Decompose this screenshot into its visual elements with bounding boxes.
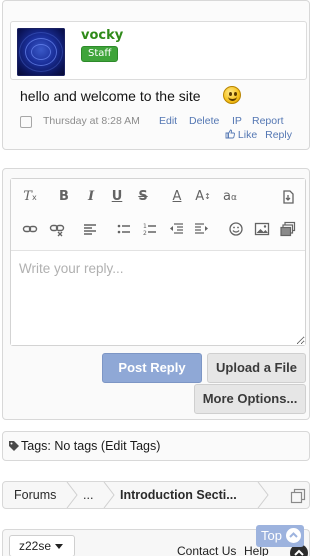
post-timestamp[interactable]: Thursday at 8:28 AM [43, 115, 140, 127]
strikethrough-icon[interactable]: S [134, 188, 152, 206]
bold-icon[interactable]: B [55, 188, 73, 206]
breadcrumb: Forums ... Introduction Secti... [2, 481, 310, 509]
tags-bar: Tags: No tags (Edit Tags) [2, 431, 310, 461]
arrow-up-icon [286, 528, 301, 543]
text-color-icon[interactable]: A [168, 188, 186, 206]
jump-menu-icon[interactable] [290, 488, 306, 504]
thumbs-up-icon [225, 129, 235, 139]
font-size-icon[interactable]: A↕ [194, 188, 212, 206]
align-icon[interactable] [81, 220, 99, 238]
chevron-right-icon [257, 482, 269, 508]
staff-badge: Staff [81, 46, 119, 62]
post-meta: Thursday at 8:28 AM Edit Delete IP Repor… [20, 115, 310, 129]
media-icon[interactable] [279, 220, 297, 238]
link-icon[interactable] [21, 220, 39, 238]
chevron-right-icon [66, 482, 78, 508]
smiley-icon [223, 86, 241, 104]
bullet-list-icon[interactable] [115, 220, 133, 238]
page: vocky Staff hello and welcome to the sit… [0, 0, 312, 556]
numbered-list-icon[interactable]: 12 [141, 220, 159, 238]
svg-text:1: 1 [143, 223, 147, 230]
reply-editor: Tx B I U S A A↕ aα 1 2 Write your reply.… [10, 178, 306, 346]
delete-link[interactable]: Delete [189, 115, 219, 127]
upload-file-button[interactable]: Upload a File [207, 353, 306, 383]
like-link[interactable]: Like [225, 129, 260, 141]
more-options-button[interactable]: More Options... [194, 384, 306, 414]
post-reply-button[interactable]: Post Reply [102, 353, 202, 383]
ip-link[interactable]: IP [232, 115, 242, 127]
breadcrumb-ellipsis[interactable]: ... [83, 488, 93, 502]
chevron-right-icon [103, 482, 115, 508]
like-label: Like [237, 129, 258, 141]
caret-down-icon [55, 544, 64, 550]
editor-toolbar: Tx B I U S A A↕ aα 1 2 [11, 179, 305, 251]
style-chooser-label: z22se [19, 539, 52, 553]
unlink-icon[interactable] [48, 220, 66, 238]
select-checkbox[interactable] [20, 116, 32, 128]
clear-format-icon[interactable]: Tx [21, 188, 39, 206]
tags-text[interactable]: Tags: No tags (Edit Tags) [21, 439, 160, 453]
username[interactable]: vocky [81, 28, 123, 43]
report-link[interactable]: Report [252, 115, 284, 127]
top-label: Top [261, 528, 282, 543]
post-card: vocky Staff hello and welcome to the sit… [2, 0, 310, 150]
outdent-icon[interactable] [167, 220, 185, 238]
post-message: hello and welcome to the site [20, 88, 201, 104]
quick-reply-card: Tx B I U S A A↕ aα 1 2 Write your reply.… [2, 168, 310, 420]
tag-icon [9, 441, 19, 451]
indent-icon[interactable] [193, 220, 211, 238]
like-reply-row: Like Reply [225, 129, 292, 141]
top-button[interactable]: Top [256, 525, 304, 547]
reply-link[interactable]: Reply [265, 129, 292, 141]
edit-link[interactable]: Edit [159, 115, 177, 127]
reply-textarea[interactable] [11, 251, 305, 345]
contact-us-link[interactable]: Contact Us [177, 544, 236, 556]
smilies-icon[interactable] [227, 220, 245, 238]
user-info-box: vocky Staff [10, 21, 307, 80]
breadcrumb-forums[interactable]: Forums [14, 488, 56, 502]
breadcrumb-current[interactable]: Introduction Secti... [120, 488, 237, 502]
drafts-icon[interactable] [279, 188, 297, 206]
image-icon[interactable] [253, 220, 271, 238]
avatar[interactable] [17, 28, 65, 76]
svg-text:2: 2 [143, 230, 147, 237]
underline-icon[interactable]: U [108, 188, 126, 206]
italic-icon[interactable]: I [82, 188, 100, 206]
style-chooser[interactable]: z22se [9, 535, 75, 556]
font-family-icon[interactable]: aα [221, 188, 239, 206]
